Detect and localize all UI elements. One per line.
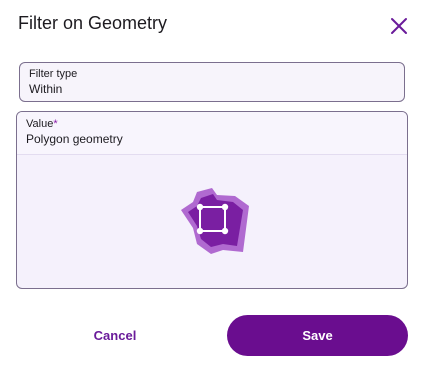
filter-dialog: Filter on Geometry Filter type Within Va… [0, 0, 425, 374]
save-button[interactable]: Save [227, 315, 408, 356]
value-label-text: Value [26, 118, 54, 130]
value-text: Polygon geometry [26, 132, 123, 146]
dialog-title: Filter on Geometry [18, 13, 168, 33]
geometry-preview[interactable] [17, 154, 407, 288]
filter-type-value: Within [29, 82, 63, 96]
close-button[interactable] [388, 15, 410, 37]
filter-type-select[interactable]: Filter type Within [19, 62, 405, 102]
required-marker: * [53, 118, 58, 130]
value-field[interactable]: Value* Polygon geometry [16, 111, 408, 289]
cancel-button[interactable]: Cancel [70, 315, 160, 355]
close-icon [391, 18, 407, 34]
polygon-geometry-icon [181, 188, 249, 254]
filter-type-label: Filter type [29, 68, 78, 80]
value-label: Value* [26, 118, 58, 130]
value-field-header: Value* Polygon geometry [17, 112, 407, 155]
